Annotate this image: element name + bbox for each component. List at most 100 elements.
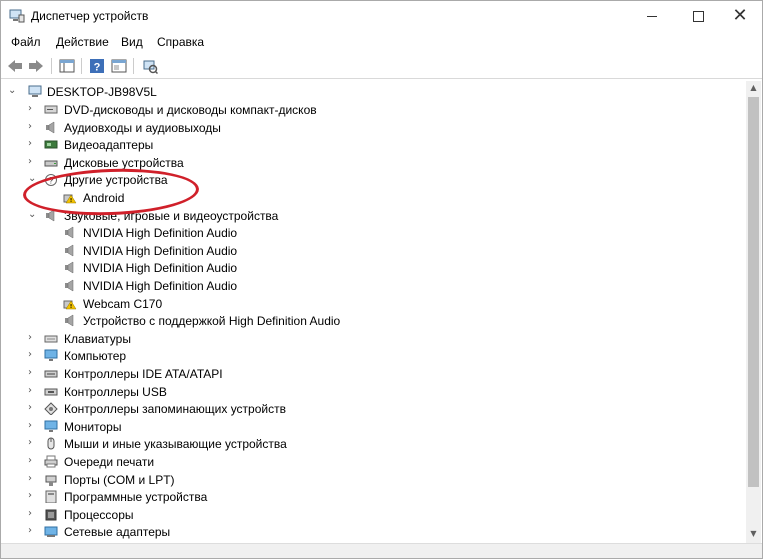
vertical-scrollbar[interactable]: ▲ ▼ (746, 81, 761, 543)
device-row[interactable]: Android (1, 189, 745, 207)
expand-chevron-icon[interactable]: › (28, 508, 38, 520)
category-row[interactable]: › Компьютер (1, 347, 745, 365)
back-button[interactable] (6, 57, 24, 75)
show-hide-tree-button[interactable] (58, 57, 76, 75)
tree-item-label: Порты (COM и LPT) (64, 472, 175, 487)
expand-chevron-icon[interactable]: › (28, 525, 38, 537)
help-icon: ? (90, 59, 104, 74)
tree-item-label: Клавиатуры (64, 331, 131, 346)
expand-chevron-icon[interactable]: › (28, 490, 38, 502)
category-row[interactable]: › Контроллеры USB (1, 383, 745, 401)
collapse-chevron-icon[interactable]: ⌄ (8, 85, 18, 97)
keyboard-icon (44, 335, 58, 343)
disk-drive-icon (44, 160, 58, 167)
category-row[interactable]: › Контроллеры IDE ATA/ATAPI (1, 365, 745, 383)
menu-help[interactable]: Справка (157, 35, 204, 49)
warning-device-icon (63, 300, 77, 309)
storage-controller-icon (44, 402, 58, 416)
expand-chevron-icon[interactable]: › (28, 349, 38, 361)
unknown-device-icon: ? (45, 174, 57, 187)
close-button[interactable]: ✕ (717, 1, 762, 31)
category-row[interactable]: › Клавиатуры (1, 330, 745, 348)
back-icon (8, 60, 22, 72)
tree-item-label: Контроллеры IDE ATA/ATAPI (64, 367, 223, 381)
monitor-icon (44, 349, 58, 362)
category-row[interactable]: › Порты (COM и LPT) (1, 471, 745, 489)
device-row[interactable]: NVIDIA High Definition Audio (1, 259, 745, 277)
category-row[interactable]: › Сетевые адаптеры (1, 523, 745, 541)
expand-chevron-icon[interactable]: › (28, 103, 38, 115)
collapse-chevron-icon[interactable]: ⌄ (28, 209, 38, 221)
computer-icon (28, 85, 42, 97)
scroll-down-arrow-icon[interactable]: ▼ (746, 527, 761, 541)
category-row[interactable]: ⌄ Звуковые, игровые и видеоустройства (1, 207, 745, 225)
mouse-icon (47, 437, 55, 450)
help-button[interactable]: ? (88, 57, 106, 75)
toolbar: ? (1, 54, 762, 79)
scan-hardware-button[interactable] (141, 57, 159, 75)
category-row[interactable]: › Мониторы (1, 418, 745, 436)
expand-chevron-icon[interactable]: › (28, 367, 38, 379)
dvd-drive-icon (44, 105, 58, 114)
category-row[interactable]: › Очереди печати (1, 453, 745, 471)
toolbar-separator (51, 58, 52, 74)
maximize-icon (692, 10, 704, 22)
expand-chevron-icon[interactable]: › (28, 420, 38, 432)
menu-view[interactable]: Вид (121, 35, 143, 49)
tree-item-label: Другие устройства (64, 173, 168, 188)
status-bar (1, 543, 762, 558)
expand-chevron-icon[interactable]: › (28, 473, 38, 485)
expand-chevron-icon[interactable]: › (28, 402, 38, 414)
category-row[interactable]: › Контроллеры запоминающих устройств (1, 400, 745, 418)
show-hide-tree-icon (59, 59, 75, 73)
device-manager-window: Диспетчер устройств ✕ Файл Действие Вид … (0, 0, 763, 559)
tree-item-label: Webcam C170 (83, 296, 163, 311)
category-row[interactable]: › Видеоадаптеры (1, 136, 745, 154)
device-row[interactable]: NVIDIA High Definition Audio (1, 224, 745, 242)
expand-chevron-icon[interactable]: › (28, 332, 38, 344)
minimize-button[interactable] (629, 1, 675, 31)
category-row[interactable]: › Процессоры (1, 506, 745, 524)
tree-item-label: Контроллеры USB (64, 384, 167, 399)
printer-icon (44, 455, 58, 468)
expand-chevron-icon[interactable]: › (28, 385, 38, 397)
expand-chevron-icon[interactable]: › (28, 437, 38, 449)
menu-action[interactable]: Действие (56, 35, 109, 49)
category-row[interactable]: ⌄? Другие устройства (1, 171, 745, 189)
expand-chevron-icon[interactable]: › (28, 156, 38, 168)
menu-file[interactable]: Файл (11, 35, 41, 49)
toolbar-separator (81, 58, 82, 74)
window-title: Диспетчер устройств (31, 9, 149, 23)
collapse-chevron-icon[interactable]: ⌄ (28, 173, 38, 185)
expand-chevron-icon[interactable]: › (28, 455, 38, 467)
device-row[interactable]: Webcam C170 (1, 295, 745, 313)
expand-chevron-icon[interactable]: › (28, 121, 38, 133)
device-row[interactable]: NVIDIA High Definition Audio (1, 277, 745, 295)
tree-item-label: Звуковые, игровые и видеоустройства (64, 208, 279, 223)
tree-item-label: Дисковые устройства (64, 155, 184, 170)
device-row[interactable]: Устройство с поддержкой High Definition … (1, 312, 745, 330)
forward-button[interactable] (27, 57, 45, 75)
category-row[interactable]: › Мыши и иные указывающие устройства (1, 435, 745, 453)
forward-icon (29, 60, 43, 72)
tree-item-label: Устройство с поддержкой High Definition … (83, 314, 341, 329)
speaker-icon (65, 261, 74, 274)
tree-item-label: DVD-дисководы и дисководы компакт-дисков (64, 103, 317, 117)
category-row[interactable]: › DVD-дисководы и дисководы компакт-диско… (1, 101, 745, 119)
title-bar[interactable]: Диспетчер устройств ✕ (1, 1, 762, 31)
category-row[interactable]: › Аудиовходы и аудиовыходы (1, 119, 745, 137)
tree-item-label: NVIDIA High Definition Audio (83, 261, 238, 276)
usb-icon (44, 388, 58, 396)
category-row[interactable]: › Программные устройства (1, 488, 745, 506)
tree-root[interactable]: ⌄ DESKTOP-JB98V5L (1, 83, 745, 101)
device-row[interactable]: NVIDIA High Definition Audio (1, 242, 745, 260)
tree-item-label: Android (83, 191, 125, 205)
properties-button[interactable] (110, 57, 128, 75)
scroll-up-arrow-icon[interactable]: ▲ (746, 81, 761, 95)
expand-chevron-icon[interactable]: › (28, 138, 38, 150)
maximize-button[interactable] (675, 1, 721, 31)
ide-controller-icon (44, 370, 58, 378)
category-row[interactable]: › Дисковые устройства (1, 154, 745, 172)
speaker-icon (65, 314, 74, 327)
scrollbar-thumb[interactable] (748, 97, 759, 487)
